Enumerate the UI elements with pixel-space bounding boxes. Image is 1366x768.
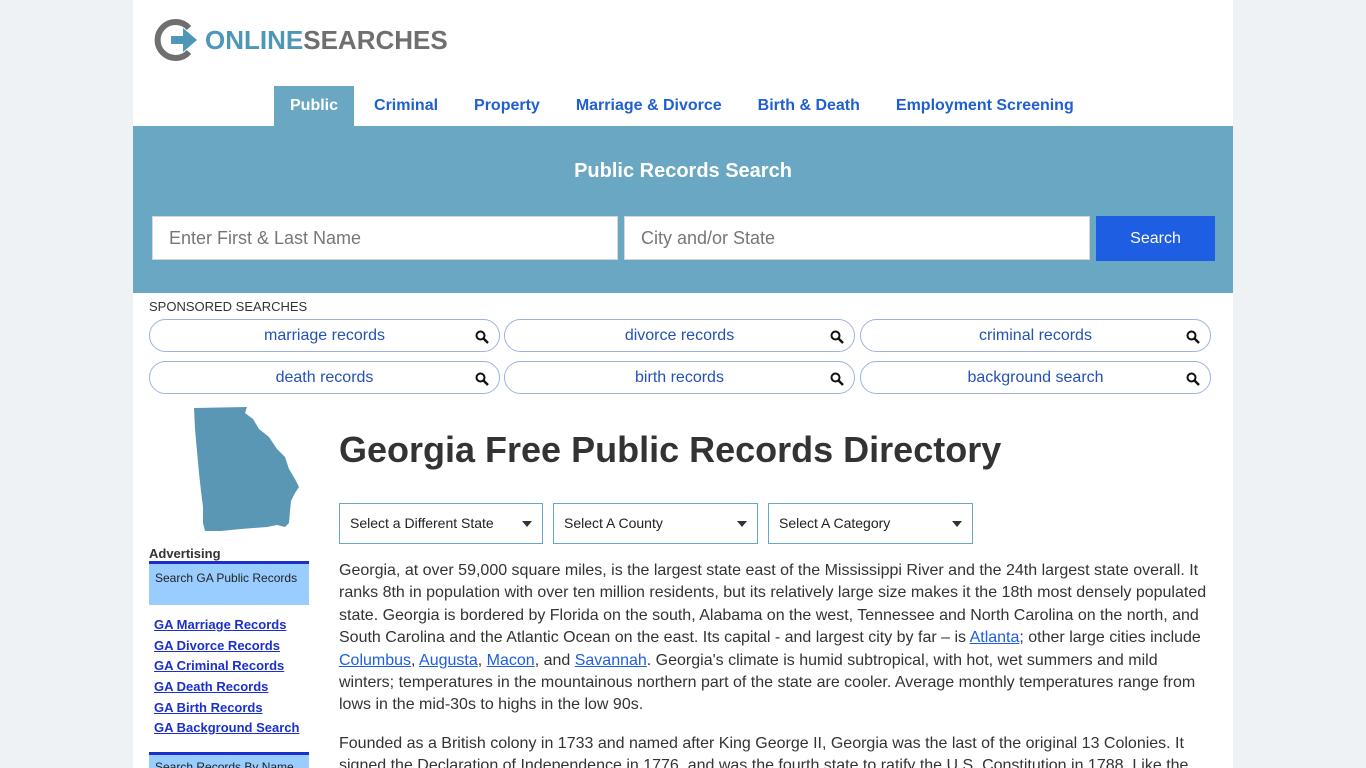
sidebar-links: GA Marriage Records GA Divorce Records G… [154, 617, 299, 741]
link-ga-criminal-records[interactable]: GA Criminal Records [154, 658, 299, 679]
caret-down-icon [522, 521, 532, 527]
nav-public[interactable]: Public [274, 86, 355, 126]
separator: , [411, 651, 420, 669]
separator: , and [534, 651, 575, 669]
link-ga-birth-records[interactable]: GA Birth Records [154, 700, 299, 721]
pill-label: criminal records [979, 327, 1092, 344]
pill-label: background search [967, 369, 1104, 386]
paragraph-text: ; other large cities include [1019, 629, 1201, 647]
sponsored-marriage-records[interactable]: marriage records [149, 319, 500, 352]
county-select-label: Select A County [564, 515, 663, 531]
name-input[interactable] [152, 216, 618, 260]
link-macon[interactable]: Macon [487, 652, 535, 669]
link-atlanta[interactable]: Atlanta [970, 629, 1020, 646]
link-ga-marriage-records[interactable]: GA Marriage Records [154, 617, 299, 638]
pill-label: marriage records [264, 327, 385, 344]
sponsored-background-search[interactable]: background search [860, 361, 1211, 394]
caret-down-icon [952, 521, 962, 527]
pill-label: death records [275, 369, 374, 386]
logo-text: ONLINESEARCHES [205, 25, 448, 55]
county-select[interactable]: Select A County [553, 503, 758, 544]
separator: , [477, 651, 487, 669]
intro-paragraph: Georgia, at over 59,000 square miles, is… [339, 560, 1215, 717]
magnifier-icon [830, 330, 844, 344]
magnifier-icon [1186, 372, 1200, 386]
sidebar-box2-title: Search Records By Name [149, 752, 309, 768]
nav-property[interactable]: Property [458, 86, 556, 126]
page-title: Georgia Free Public Records Directory [339, 429, 1002, 470]
sponsored-divorce-records[interactable]: divorce records [504, 319, 855, 352]
caret-down-icon [737, 521, 747, 527]
arrow-circle-logo-icon [154, 19, 197, 61]
pill-label: birth records [635, 369, 724, 386]
search-button[interactable]: Search [1096, 216, 1215, 261]
link-savannah[interactable]: Savannah [575, 652, 647, 669]
sponsored-criminal-records[interactable]: criminal records [860, 319, 1211, 352]
nav-marriage-divorce[interactable]: Marriage & Divorce [560, 86, 738, 126]
site-logo[interactable]: ONLINESEARCHES [153, 18, 448, 62]
magnifier-icon [1186, 330, 1200, 344]
state-select-label: Select a Different State [350, 515, 494, 531]
sidebar-box-title: Search GA Public Records [149, 561, 309, 605]
link-ga-death-records[interactable]: GA Death Records [154, 679, 299, 700]
magnifier-icon [830, 372, 844, 386]
link-augusta[interactable]: Augusta [419, 652, 478, 669]
link-columbus[interactable]: Columbus [339, 652, 411, 669]
search-banner-title: Public Records Search [574, 160, 792, 182]
advertising-label: Advertising [149, 546, 221, 561]
link-ga-divorce-records[interactable]: GA Divorce Records [154, 638, 299, 659]
search-banner: Public Records Search Search [133, 126, 1233, 293]
nav-birth-death[interactable]: Birth & Death [742, 86, 876, 126]
main-nav: Public Criminal Property Marriage & Divo… [274, 86, 1094, 126]
city-state-input[interactable] [624, 216, 1090, 260]
magnifier-icon [475, 372, 489, 386]
pill-label: divorce records [624, 327, 735, 344]
link-ga-background-search[interactable]: GA Background Search [154, 720, 299, 741]
magnifier-icon [475, 330, 489, 344]
state-select[interactable]: Select a Different State [339, 503, 543, 544]
history-paragraph: Founded as a British colony in 1733 and … [339, 735, 1189, 768]
nav-employment-screening[interactable]: Employment Screening [880, 86, 1090, 126]
page: ONLINESEARCHES Public Criminal Property … [133, 0, 1233, 768]
georgia-state-map-icon [194, 407, 299, 531]
category-select-label: Select A Category [779, 515, 891, 531]
sponsored-birth-records[interactable]: birth records [504, 361, 855, 394]
category-select[interactable]: Select A Category [768, 503, 973, 544]
sponsored-death-records[interactable]: death records [149, 361, 500, 394]
sponsored-label: SPONSORED SEARCHES [149, 299, 308, 314]
nav-criminal[interactable]: Criminal [358, 86, 454, 126]
